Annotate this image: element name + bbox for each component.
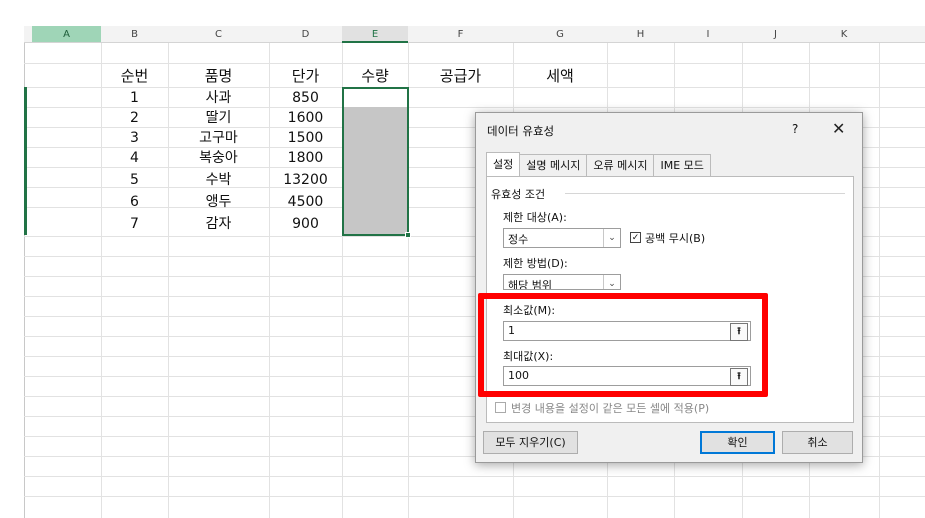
cancel-button[interactable]: 취소 bbox=[782, 431, 853, 454]
header-cell-no[interactable]: 순번 bbox=[101, 66, 168, 86]
cell-no[interactable]: 6 bbox=[101, 192, 168, 212]
ignore-blank-label[interactable]: 공백 무시(B) bbox=[645, 230, 705, 246]
help-button[interactable]: ? bbox=[792, 122, 798, 136]
cell-item[interactable]: 수박 bbox=[168, 170, 269, 190]
data-validation-dialog: 데이터 유효성 ? ✕ 설정 설명 메시지 오류 메시지 IME 모드 유효성 … bbox=[475, 112, 863, 463]
cell-price[interactable]: 900 bbox=[269, 214, 342, 234]
selection-range[interactable] bbox=[342, 87, 409, 236]
column-header-d[interactable]: D bbox=[269, 26, 342, 43]
cell-item[interactable]: 앵두 bbox=[168, 192, 269, 212]
corner-cell[interactable] bbox=[24, 26, 32, 43]
group-title: 유효성 조건 bbox=[491, 188, 546, 201]
cell-price[interactable]: 1500 bbox=[269, 128, 342, 148]
cell-price[interactable]: 850 bbox=[269, 88, 342, 108]
header-cell-item[interactable]: 품명 bbox=[168, 66, 269, 86]
cell-no[interactable]: 1 bbox=[101, 88, 168, 108]
column-header-a[interactable]: A bbox=[32, 26, 101, 43]
dialog-title: 데이터 유효성 bbox=[487, 124, 555, 138]
cell-price[interactable]: 1600 bbox=[269, 108, 342, 128]
column-header-e[interactable]: E bbox=[342, 26, 408, 43]
cell-no[interactable]: 2 bbox=[101, 108, 168, 128]
cell-item[interactable]: 고구마 bbox=[168, 128, 269, 148]
group-divider bbox=[565, 193, 845, 194]
cell-price[interactable]: 13200 bbox=[269, 170, 342, 190]
header-cell-tax[interactable]: 세액 bbox=[513, 66, 607, 86]
data-combo[interactable]: 해당 범위 ⌄ bbox=[503, 274, 621, 290]
data-label: 제한 방법(D): bbox=[503, 257, 568, 270]
clear-all-button[interactable]: 모두 지우기(C) bbox=[483, 431, 578, 454]
cell-no[interactable]: 3 bbox=[101, 128, 168, 148]
column-header-f[interactable]: F bbox=[408, 26, 513, 43]
allow-label: 제한 대상(A): bbox=[503, 211, 567, 224]
column-header-g[interactable]: G bbox=[513, 26, 607, 43]
column-header-b[interactable]: B bbox=[101, 26, 168, 43]
fill-handle[interactable] bbox=[405, 232, 411, 238]
cell-no[interactable]: 4 bbox=[101, 148, 168, 168]
chevron-down-icon[interactable]: ⌄ bbox=[603, 275, 620, 289]
row-selection-marker bbox=[24, 87, 27, 235]
cell-item[interactable]: 감자 bbox=[168, 214, 269, 234]
tab-error-alert[interactable]: 오류 메시지 bbox=[586, 154, 655, 176]
column-header-blank bbox=[879, 26, 925, 43]
cell-price[interactable]: 4500 bbox=[269, 192, 342, 212]
allow-combo[interactable]: 정수 ⌄ bbox=[503, 228, 621, 248]
tab-settings[interactable]: 설정 bbox=[486, 152, 521, 176]
tab-input-message[interactable]: 설명 메시지 bbox=[519, 154, 588, 176]
dialog-tabs: 설정 설명 메시지 오류 메시지 IME 모드 bbox=[486, 152, 711, 176]
header-cell-price[interactable]: 단가 bbox=[269, 66, 342, 86]
cell-item[interactable]: 사과 bbox=[168, 88, 269, 108]
apply-all-label[interactable]: 변경 내용을 설정이 같은 모든 셀에 적용(P) bbox=[511, 400, 709, 416]
column-header-k[interactable]: K bbox=[809, 26, 879, 43]
tab-ime-mode[interactable]: IME 모드 bbox=[653, 154, 711, 176]
highlight-box bbox=[478, 293, 768, 397]
chevron-down-icon[interactable]: ⌄ bbox=[603, 229, 620, 247]
data-value: 해당 범위 bbox=[508, 279, 552, 290]
column-header-j[interactable]: J bbox=[742, 26, 809, 43]
cell-item[interactable]: 딸기 bbox=[168, 108, 269, 128]
column-header-h[interactable]: H bbox=[607, 26, 674, 43]
header-cell-supply[interactable]: 공급가 bbox=[408, 66, 513, 86]
ok-button[interactable]: 확인 bbox=[700, 431, 775, 454]
cell-item[interactable]: 복숭아 bbox=[168, 148, 269, 168]
cell-no[interactable]: 7 bbox=[101, 214, 168, 234]
ignore-blank-checkbox[interactable]: ✓ bbox=[630, 232, 641, 243]
header-cell-qty[interactable]: 수량 bbox=[342, 66, 408, 86]
allow-value: 정수 bbox=[508, 233, 529, 246]
column-header-c[interactable]: C bbox=[168, 26, 269, 43]
cell-no[interactable]: 5 bbox=[101, 170, 168, 190]
cell-price[interactable]: 1800 bbox=[269, 148, 342, 168]
close-icon[interactable]: ✕ bbox=[832, 119, 845, 138]
column-header-i[interactable]: I bbox=[674, 26, 742, 43]
apply-all-checkbox[interactable] bbox=[495, 402, 506, 413]
